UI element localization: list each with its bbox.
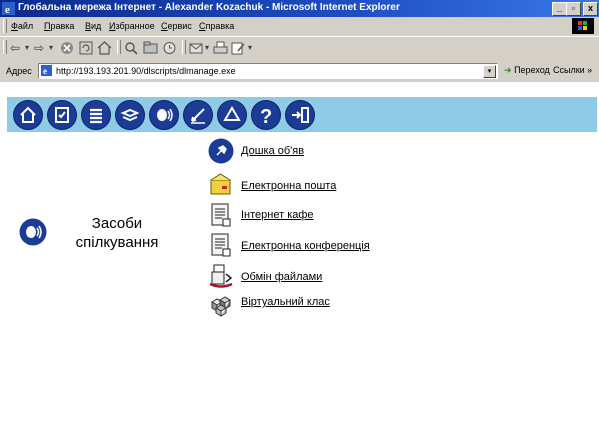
menu-view[interactable]: Вид xyxy=(85,21,101,31)
history-icon[interactable] xyxy=(162,40,177,56)
minimize-button[interactable]: _ xyxy=(552,2,567,16)
go-button[interactable]: ➜ Переход xyxy=(504,65,550,76)
section-title: Засоби спілкування xyxy=(75,215,159,251)
pushpin-icon xyxy=(208,138,234,164)
menubar-grip[interactable] xyxy=(3,19,7,33)
svg-text:e: e xyxy=(43,66,47,76)
nav-recycle-icon[interactable] xyxy=(217,100,247,130)
nav-tests-icon[interactable] xyxy=(183,100,213,130)
nav-exit-icon[interactable] xyxy=(285,100,315,130)
menu-bar: Файл Правка Вид Избранное Сервис Справка xyxy=(0,17,599,36)
nav-help-icon[interactable]: ? xyxy=(251,100,281,130)
standard-toolbar: ⇦ ▾ ⇨ ▾ ▾ ▾ xyxy=(0,36,599,61)
search-icon[interactable] xyxy=(124,40,139,56)
edit-dropdown-icon[interactable]: ▾ xyxy=(248,40,252,56)
print-icon[interactable] xyxy=(213,40,228,56)
toolbar-separator xyxy=(117,40,121,54)
browser-window: e Глобальна мережа Інтернет - Alexander … xyxy=(0,0,599,437)
ie-logo-icon: e xyxy=(2,2,15,15)
menu-help[interactable]: Справка xyxy=(199,21,234,31)
file-exchange-icon xyxy=(209,264,233,288)
address-url[interactable]: http://193.193.201.90/dlscripts/dlmanage… xyxy=(56,66,236,76)
nav-books-icon[interactable] xyxy=(115,100,145,130)
close-button[interactable]: x xyxy=(583,2,598,16)
nav-communication-icon[interactable] xyxy=(149,100,179,130)
favorites-icon[interactable] xyxy=(143,40,158,56)
forward-button[interactable]: ⇨ xyxy=(34,40,44,56)
menu-edit[interactable]: Правка xyxy=(44,21,74,31)
forward-dropdown-icon[interactable]: ▾ xyxy=(49,40,53,56)
mail-icon[interactable] xyxy=(189,40,204,56)
mail-dropdown-icon[interactable]: ▾ xyxy=(205,40,209,56)
links-button[interactable]: Ссылки » xyxy=(553,65,592,75)
svg-text:?: ? xyxy=(260,106,272,128)
back-dropdown-icon[interactable]: ▾ xyxy=(25,40,29,56)
edit-icon[interactable] xyxy=(231,40,246,56)
page-content: ? Засоби спілкування Дошка об'яв Електро… xyxy=(0,82,599,437)
home-icon[interactable] xyxy=(97,40,112,56)
svg-text:e: e xyxy=(5,4,10,15)
menu-tools[interactable]: Сервис xyxy=(161,21,192,31)
communication-section-icon xyxy=(19,218,47,246)
back-button[interactable]: ⇦ xyxy=(10,40,20,56)
title-bar: e Глобальна мережа Інтернет - Alexander … xyxy=(0,0,599,17)
address-bar: Адрес e http://193.193.201.90/dlscripts/… xyxy=(0,60,599,83)
menu-favorites[interactable]: Избранное xyxy=(109,21,155,31)
page-icon: e xyxy=(41,65,52,76)
menu-file[interactable]: Файл xyxy=(11,21,33,31)
toolbar-grip[interactable] xyxy=(3,40,7,54)
refresh-icon[interactable] xyxy=(79,40,93,56)
nav-icon-bar: ? xyxy=(7,97,597,132)
go-arrow-icon: ➜ xyxy=(504,65,512,75)
nav-home-icon[interactable] xyxy=(13,100,43,130)
nav-document-icon[interactable] xyxy=(47,100,77,130)
address-field[interactable]: e http://193.193.201.90/dlscripts/dlmana… xyxy=(38,63,498,79)
toolbar-separator xyxy=(182,40,186,54)
address-label: Адрес xyxy=(6,66,32,76)
document-icon xyxy=(211,203,231,227)
window-title: Глобальна мережа Інтернет - Alexander Ko… xyxy=(18,2,400,13)
maximize-button[interactable]: ▫ xyxy=(566,2,581,16)
address-dropdown-icon[interactable]: ▾ xyxy=(483,65,496,78)
windows-logo-icon xyxy=(572,18,594,34)
document-icon xyxy=(211,233,231,257)
nav-library-icon[interactable] xyxy=(81,100,111,130)
stop-icon[interactable] xyxy=(60,40,74,56)
cubes-icon xyxy=(211,296,231,317)
envelope-icon xyxy=(210,173,231,195)
